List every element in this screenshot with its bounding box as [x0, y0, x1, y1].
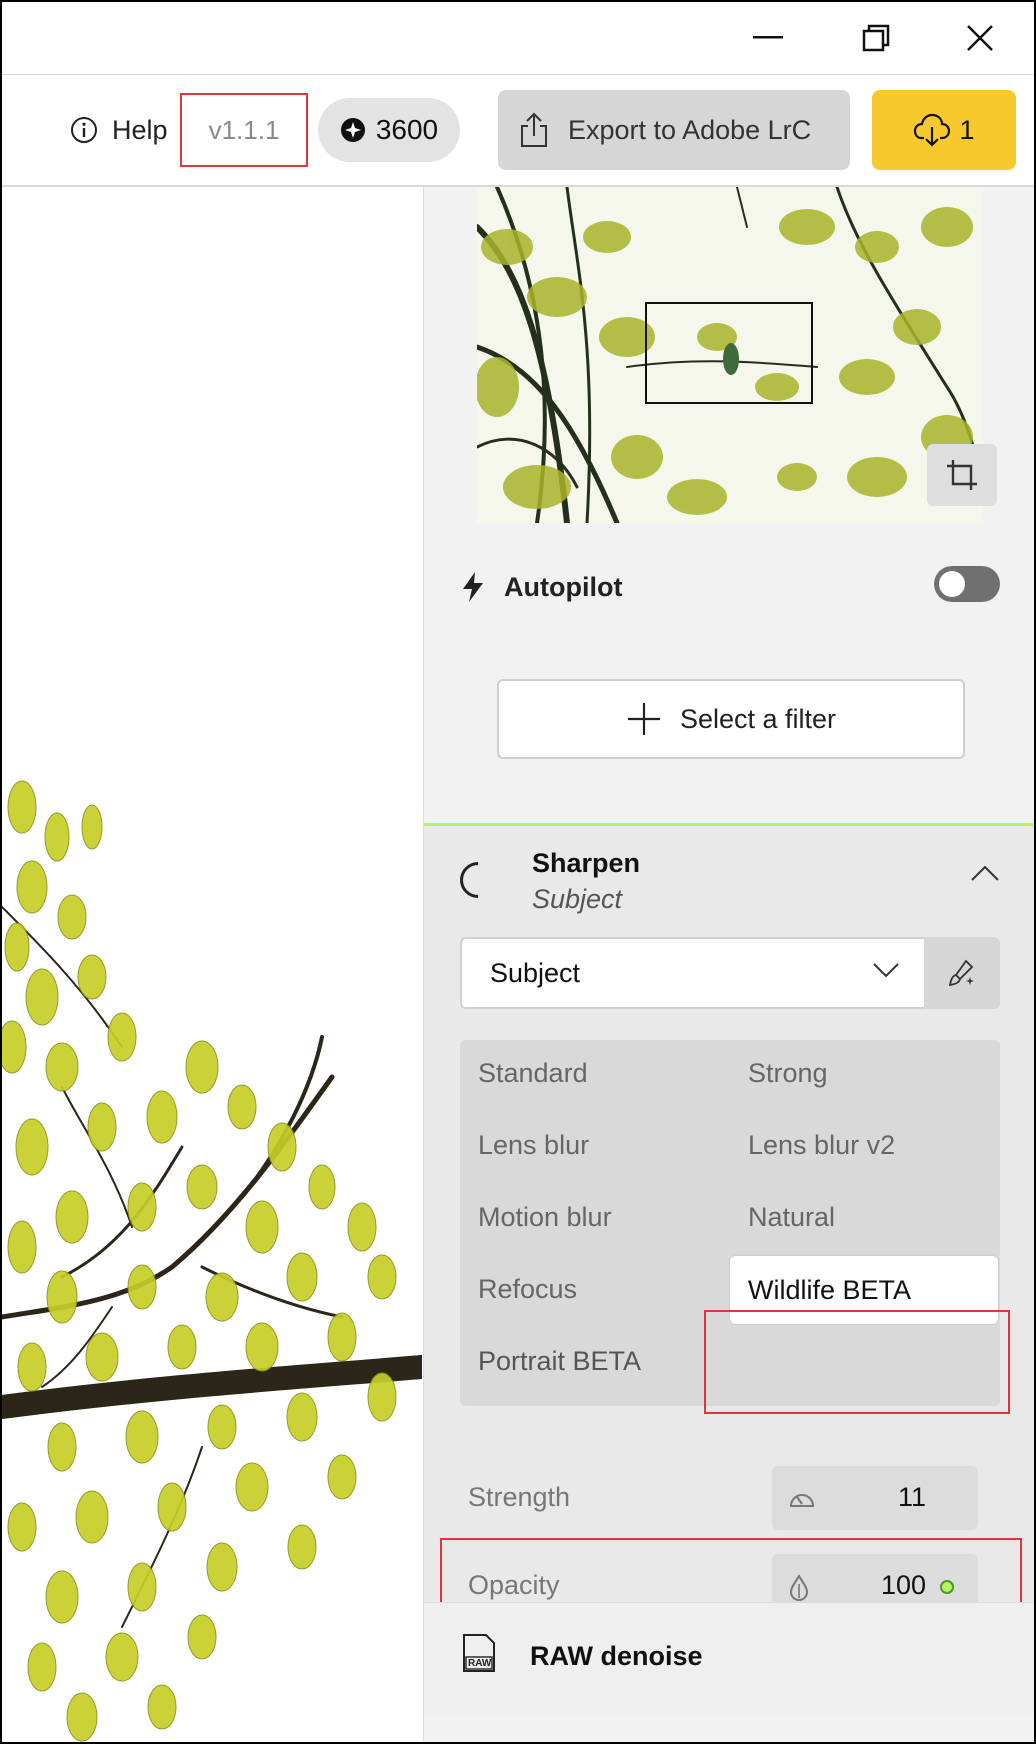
model-option[interactable]: Lens blur v2 — [730, 1114, 970, 1176]
strength-row: Strength 11 — [468, 1466, 1008, 1530]
export-label: Export to Adobe LrC — [568, 114, 812, 145]
download-button[interactable]: 1 — [872, 90, 1016, 170]
select-filter-button[interactable]: Select a filter — [497, 679, 965, 759]
raw-denoise-row[interactable]: RAW RAW denoise — [424, 1602, 1034, 1713]
mask-brush-button[interactable] — [924, 937, 1000, 1009]
image-preview[interactable] — [2, 187, 422, 1742]
credit-icon — [340, 118, 365, 142]
sharpen-filter-card: Sharpen Subject Subject Standard Strong … — [424, 823, 1034, 1650]
minimize-icon — [753, 36, 783, 39]
right-panel: Autopilot Select a filter Sharpen Subjec… — [423, 187, 1034, 1742]
model-option[interactable]: Portrait BETA — [460, 1330, 700, 1392]
strength-value: 11 — [897, 1482, 926, 1512]
lightning-icon — [463, 572, 483, 602]
svg-text:RAW: RAW — [468, 1658, 492, 1669]
strength-field[interactable]: 11 — [772, 1466, 978, 1530]
share-icon — [521, 112, 547, 147]
sharpen-header[interactable]: Sharpen Subject — [452, 846, 1000, 926]
info-icon — [71, 117, 97, 143]
chevron-down-icon — [873, 963, 899, 978]
restore-icon — [862, 24, 890, 52]
close-icon — [967, 25, 993, 51]
model-option[interactable]: Motion blur — [460, 1186, 700, 1248]
title-bar — [2, 2, 1034, 75]
sharpen-mode-select[interactable]: Subject — [460, 937, 924, 1009]
navigator-thumbnail[interactable] — [477, 187, 983, 523]
minimize-button[interactable] — [738, 16, 798, 60]
cloud-download-icon — [914, 113, 951, 147]
crop-icon — [947, 460, 977, 490]
plus-icon — [627, 703, 660, 735]
raw-file-icon: RAW — [463, 1634, 495, 1672]
header-toolbar: Help v1.1.1 3600 Export to Adobe LrC 1 — [2, 75, 1034, 187]
loading-spinner-icon — [452, 854, 504, 906]
toggle-knob — [939, 571, 965, 597]
gauge-icon — [789, 1494, 815, 1507]
model-option[interactable]: Refocus — [460, 1258, 700, 1320]
highlight-box — [704, 1310, 1010, 1414]
sharpen-mode-value: Subject — [490, 957, 581, 988]
credits-count: 3600 — [375, 114, 439, 145]
raw-denoise-label: RAW denoise — [530, 1641, 703, 1671]
navigator-viewport-box[interactable] — [645, 302, 813, 404]
brush-sparkle-icon — [948, 959, 974, 987]
select-filter-label: Select a filter — [679, 703, 837, 734]
model-option[interactable]: Lens blur — [460, 1114, 700, 1176]
help-button[interactable]: Help — [70, 110, 168, 150]
autopilot-toggle[interactable] — [934, 566, 1000, 602]
autopilot-row: Autopilot — [460, 562, 1000, 612]
sharpen-subtitle: Subject — [532, 884, 623, 914]
app-window: Help v1.1.1 3600 Export to Adobe LrC 1 A… — [0, 0, 1036, 1744]
model-option[interactable]: Standard — [460, 1042, 700, 1104]
download-count: 1 — [959, 114, 975, 145]
version-label: v1.1.1 — [180, 93, 308, 167]
model-option[interactable]: Strong — [730, 1042, 970, 1104]
sharpen-title: Sharpen — [532, 848, 641, 878]
chevron-up-icon[interactable] — [970, 864, 1000, 882]
tree-photo — [2, 780, 422, 1742]
restore-button[interactable] — [846, 16, 906, 60]
credits-badge[interactable]: 3600 — [318, 98, 460, 162]
close-button[interactable] — [950, 16, 1010, 60]
strength-label: Strength — [468, 1482, 571, 1512]
crop-button[interactable] — [927, 444, 997, 506]
export-button[interactable]: Export to Adobe LrC — [498, 90, 850, 170]
autopilot-label: Autopilot — [504, 571, 623, 602]
help-label: Help — [112, 114, 168, 145]
model-option[interactable]: Natural — [730, 1186, 970, 1248]
